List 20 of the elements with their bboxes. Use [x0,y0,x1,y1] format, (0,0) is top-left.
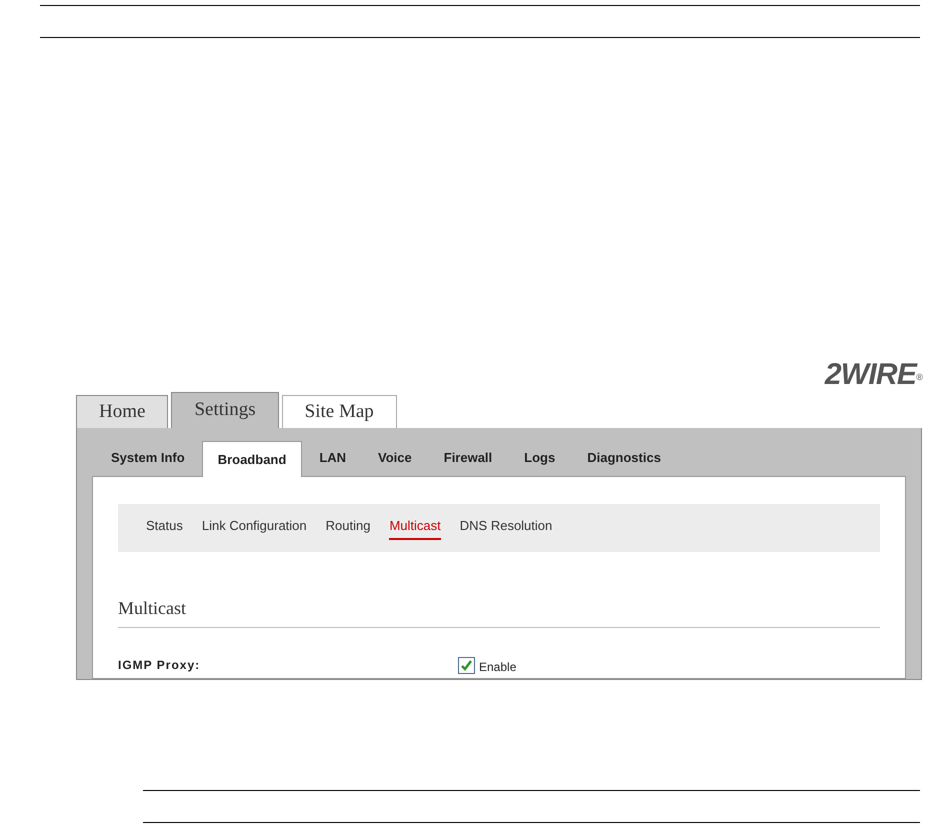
nav-link[interactable]: Link Configuration [202,516,307,540]
section-heading: Multicast [118,595,880,628]
checkbox-label: Enable [479,659,516,676]
nav-link[interactable]: Multicast [389,516,441,540]
logo: 2WIRE$^{®}$ [824,360,922,392]
tab[interactable]: Home [76,395,168,428]
nav-link[interactable]: Status [146,516,183,540]
checkbox[interactable] [458,656,475,674]
field-label: IGMP Proxy: [118,657,202,674]
subtab[interactable]: Firewall [428,440,508,476]
nav-link[interactable]: DNS Resolution [460,516,552,540]
nav-link[interactable]: Routing [326,516,370,540]
subtab[interactable]: System Info [96,440,200,476]
tab[interactable]: Site Map [282,395,397,428]
subtab[interactable]: Voice [363,440,427,476]
subtab[interactable]: LAN [304,440,362,476]
tab[interactable]: Settings [171,392,279,428]
subtab[interactable]: Logs [509,440,570,476]
subtab[interactable]: Diagnostics [572,440,676,476]
subtab[interactable]: Broadband [202,441,302,477]
